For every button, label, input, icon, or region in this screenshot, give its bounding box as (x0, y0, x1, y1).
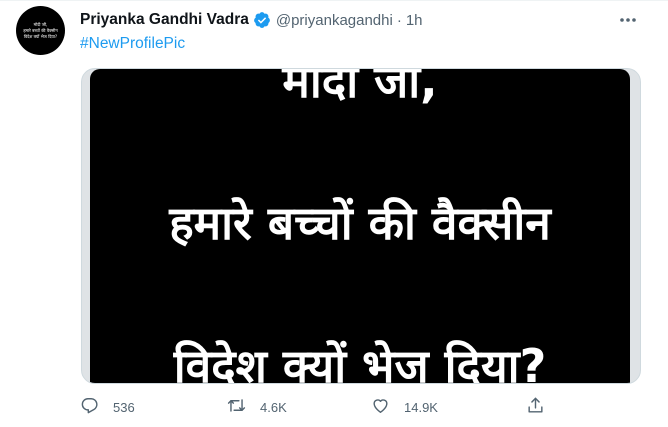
heart-icon (371, 396, 390, 418)
verified-badge-icon (253, 11, 271, 29)
avatar-text-line-3: विदेश क्यों भेज दिया? (23, 33, 58, 39)
image-text-line-1: मोदी जी, (282, 69, 438, 108)
share-button[interactable] (526, 395, 545, 419)
like-button[interactable]: 14.9K (371, 395, 438, 419)
author-name[interactable]: Priyanka Gandhi Vadra (80, 11, 249, 29)
hashtag-link[interactable]: #NewProfilePic (80, 35, 185, 52)
tweet[interactable]: मोदी जी, हमारे बच्चों की वैक्सीन विदेश क… (0, 0, 668, 427)
retweet-button[interactable]: 4.6K (227, 395, 287, 419)
reply-button[interactable]: 536 (80, 395, 135, 419)
separator-dot: · (396, 11, 402, 29)
tweet-header: Priyanka Gandhi Vadra @priyankagandhi · … (80, 9, 423, 31)
action-bar: 536 4.6K 14.9K (0, 395, 668, 419)
reply-icon (80, 396, 99, 418)
like-count: 14.9K (404, 399, 438, 415)
retweet-icon (227, 396, 246, 418)
share-icon (526, 396, 545, 418)
tweet-text: #NewProfilePic (80, 35, 185, 53)
timestamp[interactable]: 1h (406, 12, 423, 29)
retweet-count: 4.6K (260, 399, 287, 415)
more-icon[interactable] (616, 11, 640, 29)
author-handle[interactable]: @priyankagandhi (276, 12, 393, 29)
avatar[interactable]: मोदी जी, हमारे बच्चों की वैक्सीन विदेश क… (16, 6, 65, 55)
reply-count: 536 (113, 399, 135, 415)
image-text-line-2: हमारे बच्चों की वैक्सीन (169, 196, 551, 250)
tweet-media[interactable]: मोदी जी, हमारे बच्चों की वैक्सीन विदेश क… (81, 68, 641, 384)
media-image[interactable]: मोदी जी, हमारे बच्चों की वैक्सीन विदेश क… (90, 69, 630, 383)
image-text-line-3: विदेश क्यों भेज दिया? (173, 339, 547, 383)
